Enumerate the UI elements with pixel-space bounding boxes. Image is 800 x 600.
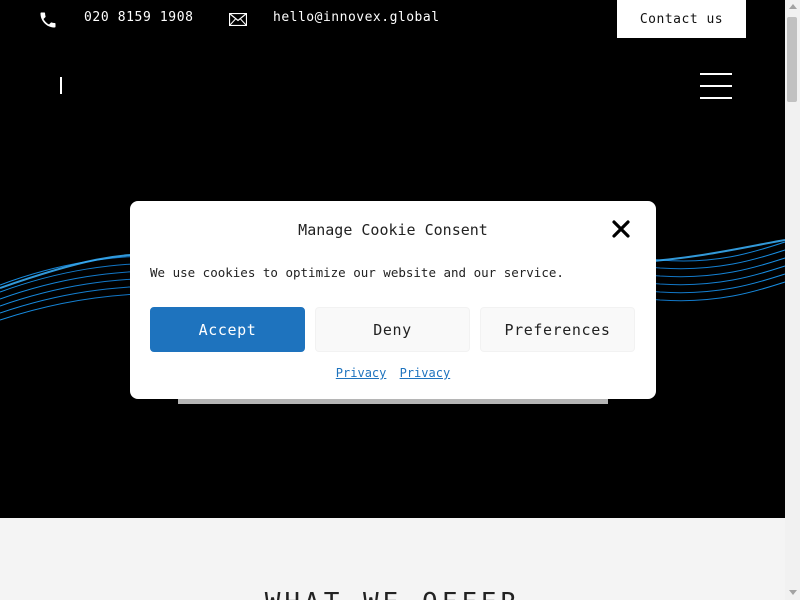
preferences-button[interactable]: Preferences [480,307,635,352]
menu-line [700,85,732,87]
section-title: WHAT WE OFFER [0,588,785,600]
dialog-links: Privacy Privacy [130,366,656,380]
mail-icon[interactable] [229,13,247,26]
accept-button[interactable]: Accept [150,307,305,352]
menu-line [700,73,732,75]
logo-mark[interactable] [60,77,62,94]
scroll-up-arrow-icon[interactable] [789,4,797,9]
dialog-message: We use cookies to optimize our website a… [150,265,564,280]
contact-us-button[interactable]: Contact us [617,0,746,38]
phone-icon[interactable] [38,10,58,30]
page-scrollbar[interactable] [785,0,800,600]
phone-number[interactable]: 020 8159 1908 [84,10,194,25]
page: 020 8159 1908 hello@innovex.global Conta… [0,0,785,600]
cookie-consent-dialog: Manage Cookie Consent We use cookies to … [130,201,656,399]
offer-section: WHAT WE OFFER [0,518,785,600]
email-address[interactable]: hello@innovex.global [273,10,440,25]
privacy-link[interactable]: Privacy [400,366,451,380]
privacy-link[interactable]: Privacy [336,366,387,380]
deny-button[interactable]: Deny [315,307,470,352]
top-contact-bar: 020 8159 1908 hello@innovex.global Conta… [0,0,785,40]
hamburger-menu-icon[interactable] [700,73,732,99]
scroll-thumb[interactable] [787,17,797,102]
close-icon[interactable] [612,220,630,238]
menu-line [700,97,732,99]
scroll-down-arrow-icon[interactable] [789,590,797,595]
dialog-title: Manage Cookie Consent [298,221,488,239]
